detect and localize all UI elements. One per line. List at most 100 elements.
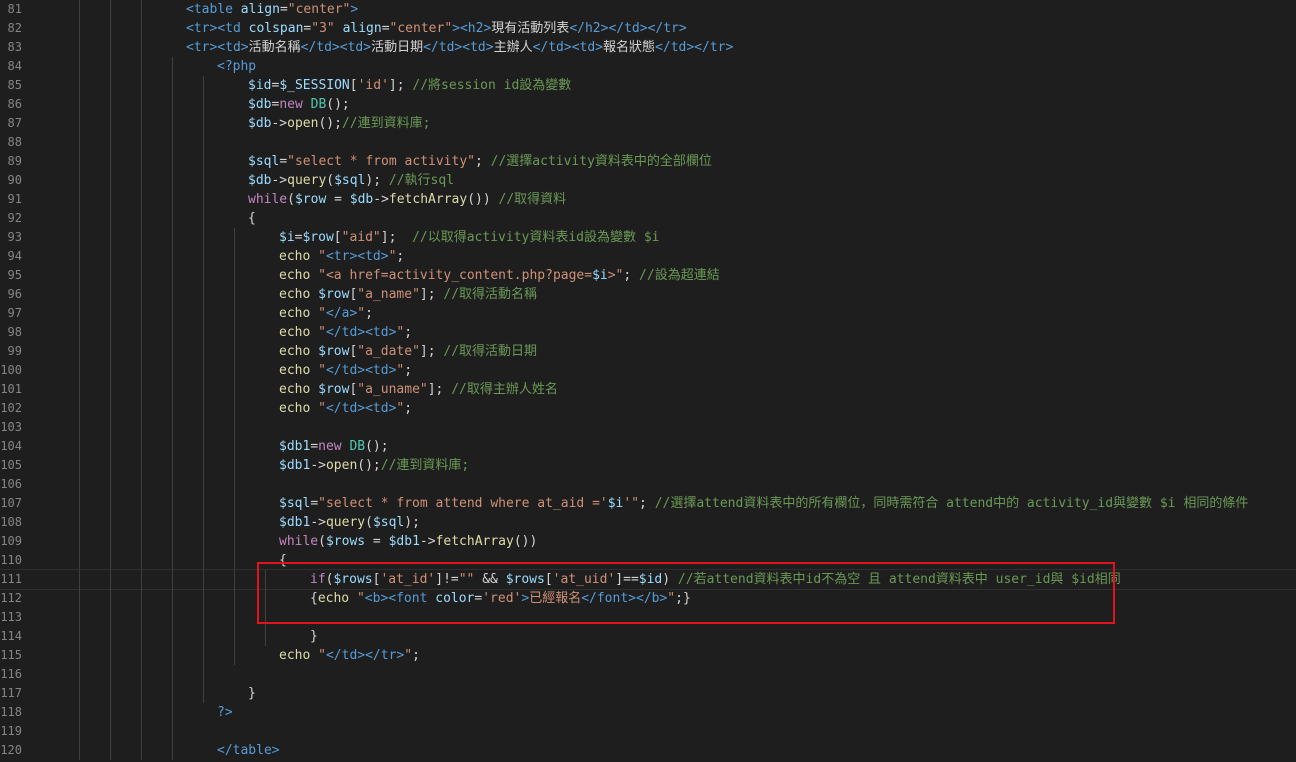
indent-guide xyxy=(110,209,111,228)
indent-guide xyxy=(141,76,142,95)
indent-guide xyxy=(203,551,204,570)
code-text: </table> xyxy=(217,743,280,758)
code-line[interactable]: 85 $id=$_SESSION['id']; //將session id設為變數 xyxy=(0,76,1296,95)
line-number: 119 xyxy=(0,724,22,738)
line-number: 108 xyxy=(0,515,22,529)
indent-guide xyxy=(234,228,235,247)
line-number: 110 xyxy=(0,553,22,567)
code-line[interactable]: 95 echo "<a href=activity_content.php?pag… xyxy=(0,266,1296,285)
indent-guide xyxy=(172,171,173,190)
code-line[interactable]: 106 xyxy=(0,475,1296,494)
code-line[interactable]: 96 echo $row["a_name"]; //取得活動名稱 xyxy=(0,285,1296,304)
code-line[interactable]: 111 if($rows['at_id']!="" && $rows['at_ui… xyxy=(0,569,1296,590)
code-line[interactable]: 90 $db->query($sql); //執行sql xyxy=(0,171,1296,190)
indent-guide xyxy=(79,57,80,76)
code-text: echo "</td><td>"; xyxy=(279,401,413,416)
indent-guide xyxy=(234,551,235,570)
line-number: 84 xyxy=(7,59,22,73)
code-line[interactable]: 118 ?> xyxy=(0,703,1296,722)
code-line[interactable]: 109 while($rows = $db1->fetchArray()) xyxy=(0,532,1296,551)
code-line[interactable]: 94 echo "<tr><td>"; xyxy=(0,247,1296,266)
indent-guide xyxy=(79,342,80,361)
code-line[interactable]: 92 { xyxy=(0,209,1296,228)
code-line[interactable]: 89 $sql="select * from activity"; //選擇act… xyxy=(0,152,1296,171)
code-line[interactable]: 116 xyxy=(0,665,1296,684)
indent-guide xyxy=(79,399,80,418)
code-line[interactable]: 81 <table align="center"> xyxy=(0,0,1296,19)
code-text: echo "<tr><td>"; xyxy=(279,249,405,264)
indent-guide xyxy=(79,152,80,171)
code-line[interactable]: 82 <tr><td colspan="3" align="center"><h2… xyxy=(0,19,1296,38)
code-line[interactable]: 114} xyxy=(0,627,1296,646)
indent-guide xyxy=(110,323,111,342)
line-number: 101 xyxy=(0,382,22,396)
code-line[interactable]: 97 echo "</a>"; xyxy=(0,304,1296,323)
indent-guide xyxy=(141,247,142,266)
indent-guide xyxy=(234,266,235,285)
code-text: echo $row["a_uname"]; //取得主辦人姓名 xyxy=(279,382,558,397)
indent-guide xyxy=(141,589,142,608)
indent-guide xyxy=(234,380,235,399)
indent-guide xyxy=(172,133,173,152)
indent-guide xyxy=(203,228,204,247)
indent-guide xyxy=(79,38,80,57)
line-number: 92 xyxy=(7,211,22,225)
line-number: 114 xyxy=(0,629,22,643)
indent-guide xyxy=(234,437,235,456)
code-line[interactable]: 102 echo "</td><td>"; xyxy=(0,399,1296,418)
indent-guide xyxy=(79,19,80,38)
code-line[interactable]: 107 $sql="select * from attend where at_a… xyxy=(0,494,1296,513)
indent-guide xyxy=(172,703,173,722)
code-line[interactable]: 87 $db->open();//連到資料庫; xyxy=(0,114,1296,133)
code-line[interactable]: 119 xyxy=(0,722,1296,741)
code-line[interactable]: 98 echo "</td><td>"; xyxy=(0,323,1296,342)
indent-guide xyxy=(203,646,204,665)
indent-guide xyxy=(172,646,173,665)
indent-guide xyxy=(234,627,235,646)
indent-guide xyxy=(141,627,142,646)
indent-guide xyxy=(203,665,204,684)
code-line[interactable]: 86 $db=new DB(); xyxy=(0,95,1296,114)
indent-guide xyxy=(203,304,204,323)
indent-guide xyxy=(141,342,142,361)
indent-guide xyxy=(79,418,80,437)
code-line[interactable]: 110 { xyxy=(0,551,1296,570)
code-editor[interactable]: 81 <table align="center"> 82 <tr><td colspa… xyxy=(0,0,1296,762)
indent-guide xyxy=(141,19,142,38)
code-line[interactable]: 104 $db1=new DB(); xyxy=(0,437,1296,456)
code-line[interactable]: 91 while($row = $db->fetchArray()) //取得資料 xyxy=(0,190,1296,209)
code-line[interactable]: 83 <tr><td>活動名稱</td><td>活動日期</td><td>主辦人<… xyxy=(0,38,1296,57)
code-line[interactable]: 100 echo "</td><td>"; xyxy=(0,361,1296,380)
code-line[interactable]: 113 xyxy=(0,608,1296,627)
indent-guide xyxy=(141,684,142,703)
indent-guide xyxy=(110,76,111,95)
line-number: 93 xyxy=(7,230,22,244)
code-text: echo "<a href=activity_content.php?page=… xyxy=(279,268,720,283)
code-line[interactable]: 84 <?php xyxy=(0,57,1296,76)
indent-guide xyxy=(79,722,80,741)
code-line[interactable]: 88 xyxy=(0,133,1296,152)
code-line[interactable]: 105 $db1->open();//連到資料庫; xyxy=(0,456,1296,475)
indent-guide xyxy=(110,361,111,380)
code-line[interactable]: 120 </table> xyxy=(0,741,1296,760)
code-text: $db1->query($sql); xyxy=(279,515,420,530)
code-line[interactable]: 101 echo $row["a_uname"]; //取得主辦人姓名 xyxy=(0,380,1296,399)
indent-guide xyxy=(172,475,173,494)
line-number: 83 xyxy=(7,40,22,54)
indent-guide xyxy=(110,684,111,703)
indent-guide xyxy=(234,418,235,437)
code-text: { xyxy=(248,211,256,226)
code-line[interactable]: 117} xyxy=(0,684,1296,703)
code-line[interactable]: 115 echo "</td></tr>"; xyxy=(0,646,1296,665)
code-text: echo "</td></tr>"; xyxy=(279,648,420,663)
code-line[interactable]: 108 $db1->query($sql); xyxy=(0,513,1296,532)
code-line[interactable]: 93 $i=$row["aid"]; //以取得activity資料表id設為變數… xyxy=(0,228,1296,247)
code-line[interactable]: 99 echo $row["a_date"]; //取得活動日期 xyxy=(0,342,1296,361)
indent-guide xyxy=(203,494,204,513)
code-text: $db1=new DB(); xyxy=(279,439,389,454)
indent-guide xyxy=(110,741,111,760)
line-number: 117 xyxy=(0,686,22,700)
code-text: { xyxy=(279,553,287,568)
code-line[interactable]: 103 xyxy=(0,418,1296,437)
code-line[interactable]: 112 {echo "<b><font color='red'>已經報名</fon… xyxy=(0,589,1296,608)
